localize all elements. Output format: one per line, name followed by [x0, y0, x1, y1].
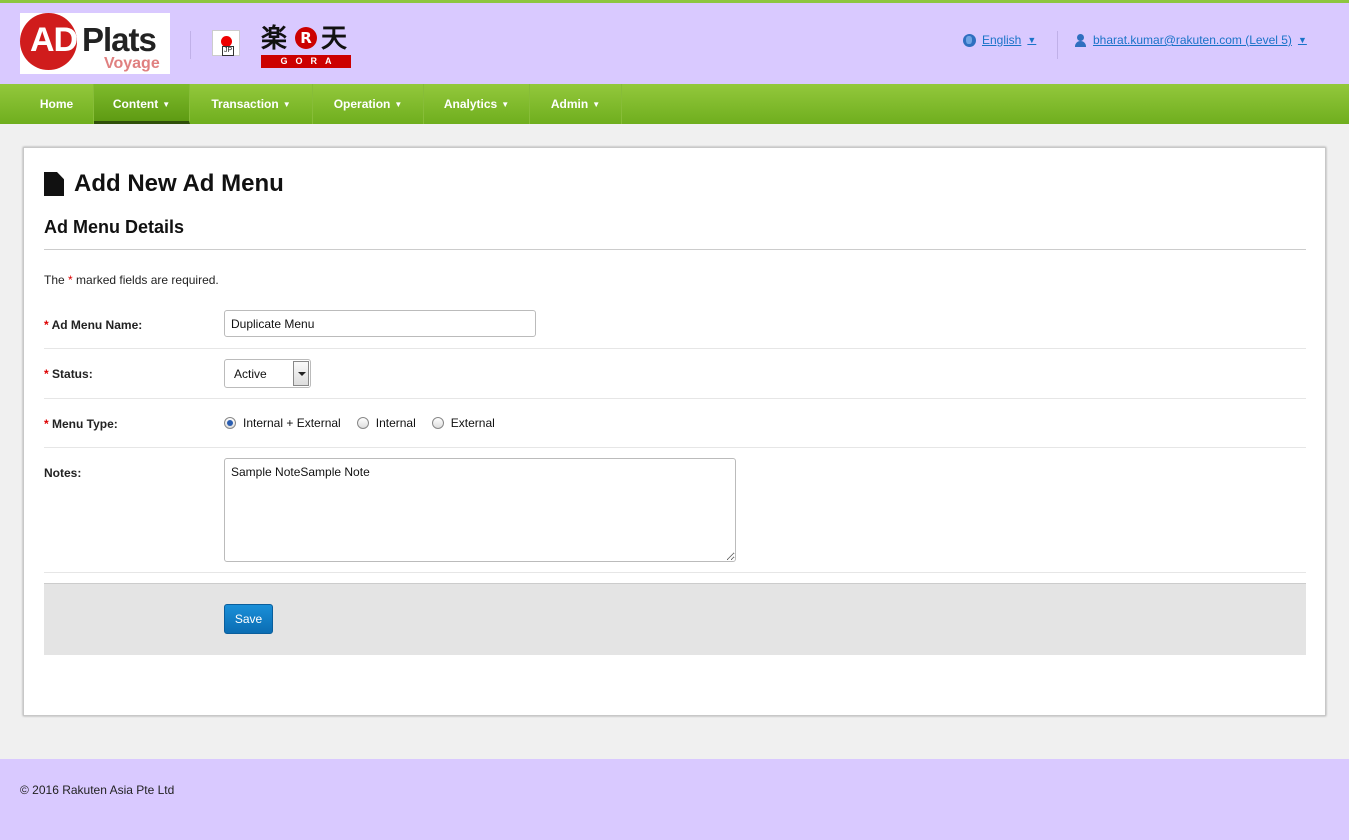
chevron-down-icon: ▼: [501, 100, 510, 109]
language-label: English: [982, 33, 1022, 47]
chevron-down-icon: ▼: [394, 100, 403, 109]
status-label: * Status:: [44, 367, 93, 381]
nav-item-label: Transaction: [211, 97, 279, 111]
user-icon: [1074, 33, 1087, 47]
radio-label: External: [450, 416, 495, 430]
nav-item-admin[interactable]: Admin ▼: [530, 84, 622, 124]
status-select[interactable]: Active: [224, 359, 311, 388]
user-menu-dropdown[interactable]: bharat.kumar@rakuten.com (Level 5) ▼: [1074, 33, 1307, 47]
logo-plats-text: Plats: [82, 21, 157, 58]
status-select-value: Active: [234, 367, 267, 381]
menu-type-radio-external[interactable]: [431, 417, 444, 429]
menu-type-radio-internal-external[interactable]: [224, 417, 236, 429]
page-title: Add New Ad Menu: [44, 170, 284, 198]
rakuten-logo-top: 楽 R 天: [261, 24, 351, 54]
chevron-down-icon: ▼: [282, 100, 291, 109]
copyright-text: © 2016 Rakuten Asia Pte Ltd: [20, 783, 175, 797]
document-icon: [44, 172, 64, 196]
rakuten-r-mark: R: [295, 27, 317, 49]
nav-item-home[interactable]: Home: [20, 84, 94, 124]
menu-type-radio-internal[interactable]: [356, 417, 369, 429]
logo-voyage-text: Voyage: [104, 55, 160, 72]
language-dropdown[interactable]: English ▼: [963, 33, 1036, 47]
section-title: Ad Menu Details: [44, 217, 185, 237]
chevron-down-icon[interactable]: [293, 361, 309, 386]
chevron-down-icon: ▼: [162, 100, 171, 109]
jp-flag-icon[interactable]: JP: [212, 30, 240, 56]
main-nav: Home Content ▼ Transaction ▼ Operation ▼ An…: [0, 84, 1349, 124]
ad-menu-name-label: * Ad Menu Name:: [44, 318, 142, 332]
required-note-suffix: marked fields are required.: [72, 273, 219, 287]
nav-item-label: Analytics: [443, 97, 498, 111]
row-divider: [44, 398, 1306, 399]
radio-label: Internal: [375, 416, 416, 430]
nav-item-label: Content: [112, 97, 159, 111]
content-panel: Add New Ad Menu Ad Menu Details The * ma…: [23, 147, 1326, 716]
user-label: bharat.kumar@rakuten.com (Level 5): [1093, 33, 1292, 47]
required-star: *: [44, 318, 49, 332]
nav-item-label: Admin: [550, 97, 589, 111]
label-text: Ad Menu Name:: [51, 318, 143, 332]
nav-item-analytics[interactable]: Analytics ▼: [424, 84, 530, 124]
chevron-down-icon: ▼: [1297, 35, 1307, 45]
section-divider: [44, 249, 1306, 250]
adplats-logo[interactable]: AD Plats Voyage: [20, 13, 170, 74]
row-divider: [44, 447, 1306, 448]
nav-item-content[interactable]: Content ▼: [94, 84, 190, 124]
radio-label: Internal + External: [243, 416, 341, 430]
save-button[interactable]: Save: [224, 604, 273, 634]
nav-item-label: Home: [39, 97, 74, 111]
required-star: *: [44, 367, 49, 381]
header-divider: [190, 31, 191, 59]
required-note-prefix: The: [44, 273, 69, 287]
header-divider: [1057, 31, 1058, 59]
menu-type-radio-group: Internal + External Internal External: [224, 416, 511, 430]
row-divider: [44, 348, 1306, 349]
flag-tag: JP: [222, 46, 235, 56]
notes-label: Notes:: [44, 466, 82, 480]
nav-item-label: Operation: [333, 97, 391, 111]
required-note: The * marked fields are required.: [44, 273, 219, 287]
ad-menu-name-input[interactable]: [224, 310, 536, 337]
page-title-text: Add New Ad Menu: [74, 170, 284, 197]
gora-label: GORA: [261, 55, 351, 68]
chevron-down-icon: ▼: [592, 100, 601, 109]
notes-textarea[interactable]: Sample NoteSample Note: [224, 458, 736, 562]
required-star: *: [44, 417, 49, 431]
footer: © 2016 Rakuten Asia Pte Ltd: [0, 759, 1349, 840]
label-text: Status:: [52, 367, 93, 381]
nav-item-operation[interactable]: Operation ▼: [313, 84, 424, 124]
label-text: Menu Type:: [52, 417, 118, 431]
logo-ad-text: AD: [30, 21, 78, 59]
row-divider: [44, 572, 1306, 573]
form-action-bar: Save: [44, 583, 1306, 655]
rakuten-gora-logo: 楽 R 天 GORA: [261, 24, 351, 68]
header: AD Plats Voyage JP 楽 R 天 GORA English ▼ …: [0, 0, 1349, 84]
nav-item-transaction[interactable]: Transaction ▼: [190, 84, 313, 124]
rakuten-char-left: 楽: [261, 24, 288, 54]
menu-type-label: * Menu Type:: [44, 417, 118, 431]
chevron-down-icon: ▼: [1027, 35, 1037, 45]
globe-icon: [963, 33, 976, 47]
rakuten-char-right: 天: [321, 24, 348, 54]
